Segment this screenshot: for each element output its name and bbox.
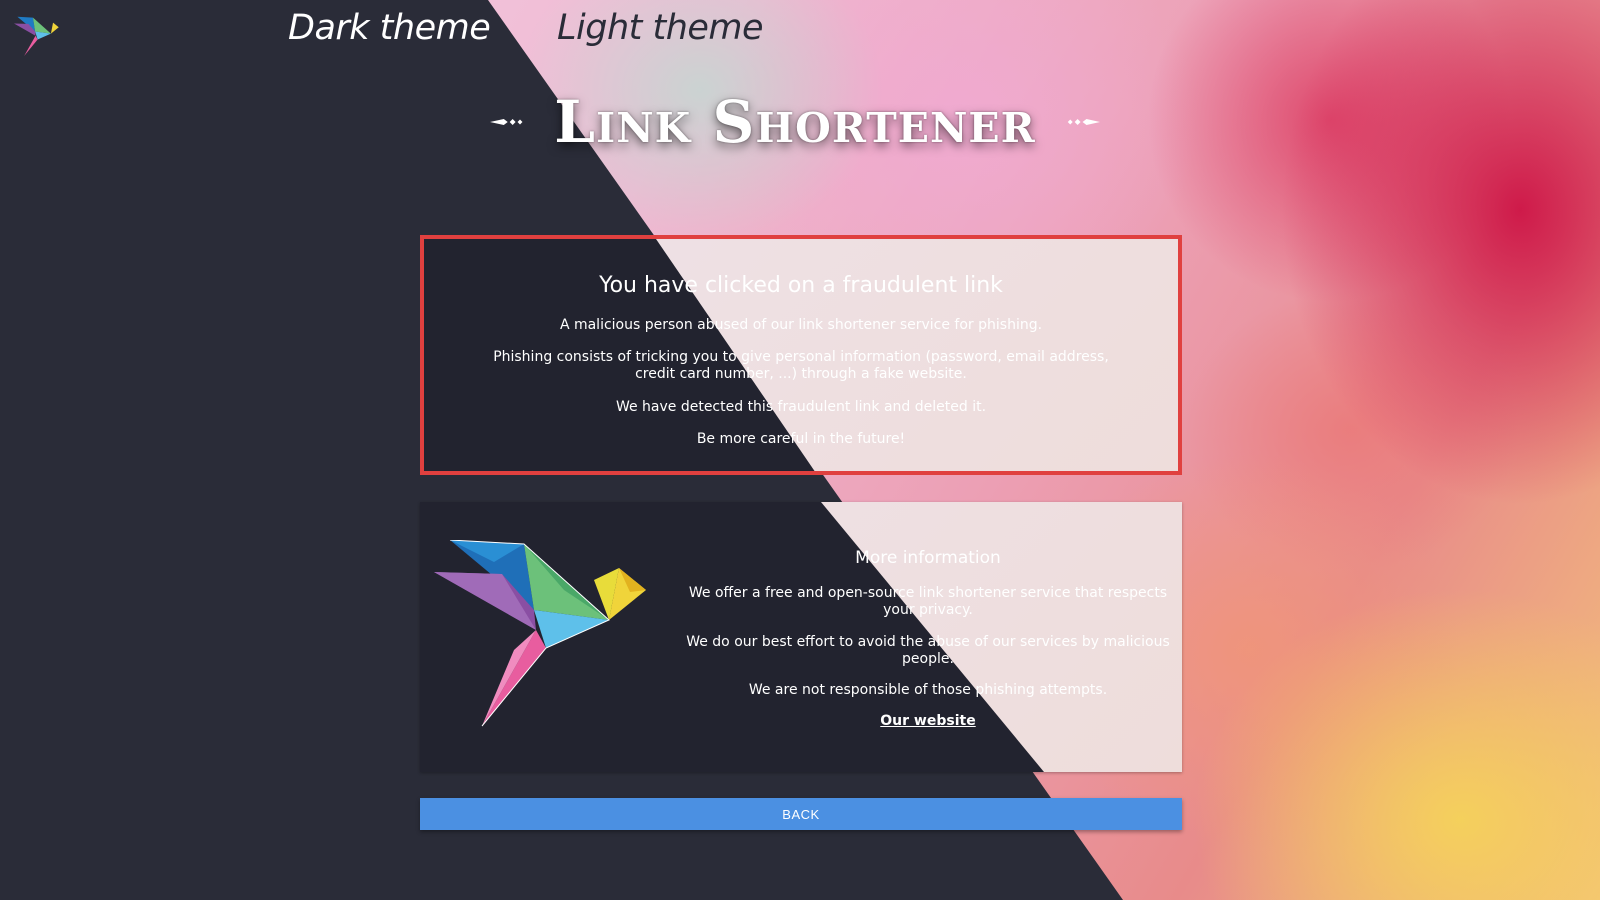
alert-paragraph: Be more careful in the future! [696,431,906,447]
our-website-link[interactable]: Our website [682,713,1174,730]
fraud-alert-card: You have clicked on a fraudulent link A … [420,235,1182,475]
right-ornament-icon [1067,119,1100,125]
alert-paragraph: We have detected this fraudulent link an… [615,399,987,415]
info-paragraph: We do our best effort to avoid the abuse… [686,634,1170,667]
page-title: Link Shortener [554,88,1036,156]
hummingbird-logo-icon[interactable] [14,16,60,58]
origami-hummingbird-icon [434,540,646,727]
info-paragraph: We offer a free and open-source link sho… [688,585,1168,618]
alert-heading: You have clicked on a fraudulent link [599,273,1003,298]
info-paragraph: We are not responsible of those phishing… [748,682,1108,698]
alert-paragraph: A malicious person abused of our link sh… [559,317,1043,333]
more-info-card: More information We offer a free and ope… [420,502,1182,772]
info-heading: More information [855,548,1001,568]
alert-paragraph: Phishing consists of tricking you to giv… [493,349,1109,382]
dark-theme-toggle[interactable]: Dark theme [288,8,491,48]
page-title-banner: Link Shortener [490,82,1100,162]
light-theme-toggle[interactable]: Light theme [557,8,764,48]
back-button[interactable]: BACK [420,798,1182,830]
left-ornament-icon [490,119,523,125]
